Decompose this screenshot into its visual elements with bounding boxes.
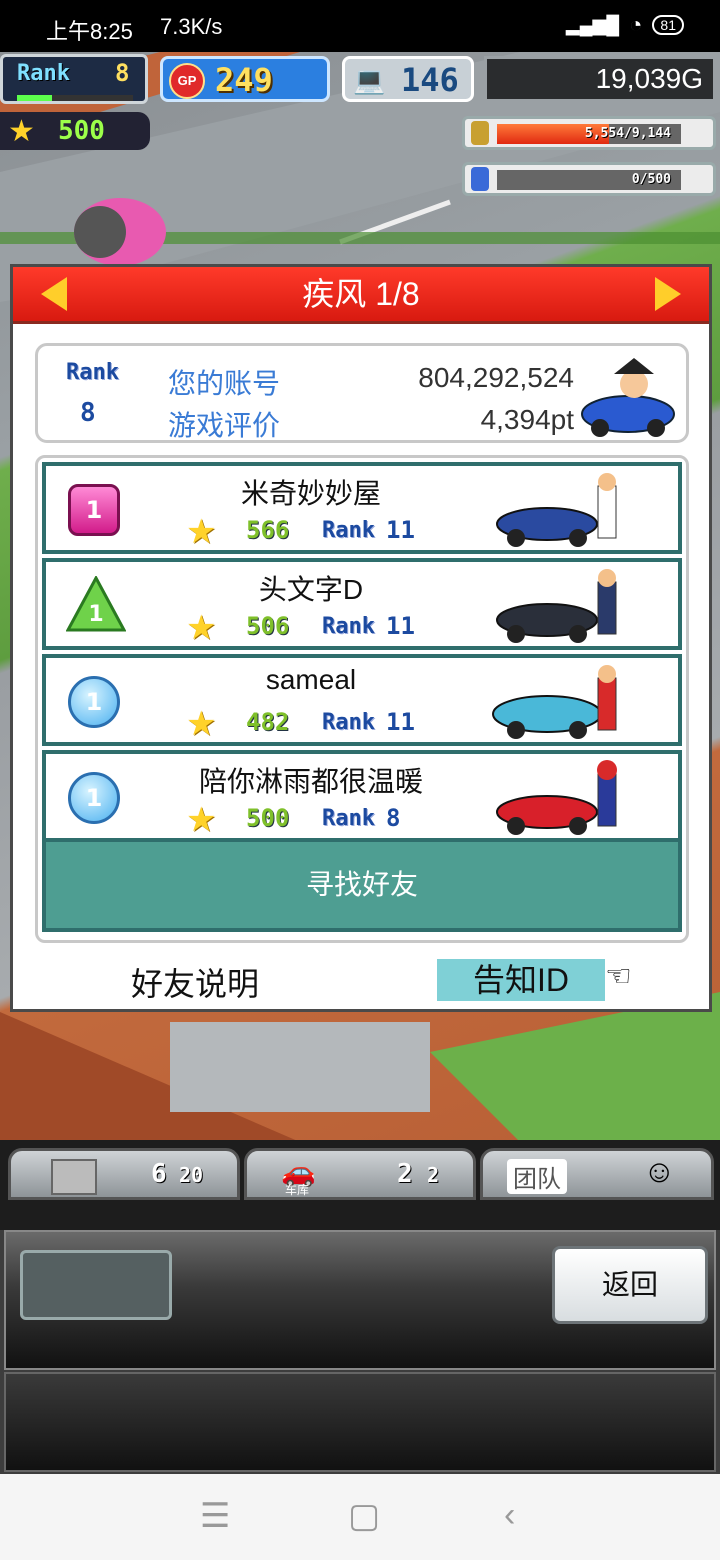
tab-garage-value: 2 xyxy=(397,1159,413,1189)
bottle-icon xyxy=(471,167,489,191)
system-nav-bar: ☰ ▢ ‹ xyxy=(0,1474,720,1560)
friend-dialog: 疾风 1/8 Rank 8 您的账号 804,292,524 游戏评价 4,39… xyxy=(10,264,712,1012)
friend-badge: 1 xyxy=(68,484,120,536)
my-rank-label: Rank xyxy=(66,360,119,385)
friend-car-avatar xyxy=(496,760,617,835)
star-counter[interactable]: ★ 500 xyxy=(0,112,150,150)
wifi-icon: ◔ xyxy=(629,12,643,37)
notify-id-button[interactable]: 告知ID xyxy=(437,959,605,1001)
star-icon: ★ xyxy=(186,513,217,551)
friend-rank-label: Rank xyxy=(322,806,375,831)
my-info-card: Rank 8 您的账号 804,292,524 游戏评价 4,394pt xyxy=(35,343,689,443)
tab-storage-value: 6 xyxy=(151,1159,167,1189)
back-icon[interactable]: ‹ xyxy=(504,1496,515,1535)
friend-rank-label: Rank xyxy=(322,710,375,735)
friend-rank: 11 xyxy=(386,612,415,640)
gp-value: 249 xyxy=(215,61,273,99)
rank-value: 8 xyxy=(115,59,130,87)
friend-car-avatar xyxy=(496,473,617,547)
friend-row[interactable]: 1 头文字D ★ 506 Rank 11 xyxy=(42,558,682,650)
friend-rank: 8 xyxy=(386,804,401,832)
tab-team-label: 团队 xyxy=(507,1159,567,1194)
friend-badge: 1 xyxy=(68,772,120,824)
tab-storage-max: 20 xyxy=(179,1163,204,1187)
item-meter[interactable]: 0/500 xyxy=(462,162,716,196)
friend-car-avatar xyxy=(496,569,617,643)
friend-rank: 11 xyxy=(386,516,415,544)
friend-stars: 482 xyxy=(246,708,290,736)
gp-coin-icon: GP xyxy=(169,63,205,99)
tab-garage-max: 2 xyxy=(427,1163,440,1187)
fuel-text: 5,554/9,144 xyxy=(584,126,671,141)
tab-garage[interactable]: 🚗 车库 2 2 xyxy=(244,1148,476,1200)
star-icon: ★ xyxy=(186,609,217,647)
rank-progress-bar xyxy=(17,95,133,101)
pc-counter[interactable]: 💻 146 xyxy=(342,56,474,102)
friend-rank: 11 xyxy=(386,708,415,736)
tab-garage-label: 车库 xyxy=(285,1183,310,1197)
friend-row[interactable]: 1 sameal ★ 482 Rank 11 xyxy=(42,654,682,746)
friend-rank-label: Rank xyxy=(322,518,375,543)
friend-row[interactable]: 1 米奇妙妙屋 ★ 566 Rank 11 xyxy=(42,462,682,554)
rank-panel[interactable]: Rank 8 xyxy=(0,54,148,104)
rank-label: Rank xyxy=(17,61,70,86)
friend-name: sameal xyxy=(265,664,357,695)
home-icon[interactable]: ▢ xyxy=(348,1496,380,1536)
pointing-hand-icon: ☜ xyxy=(605,960,632,993)
friend-stars: 500 xyxy=(246,804,290,832)
status-speed: 7.3K/s xyxy=(160,14,223,39)
friend-name: 头文字D xyxy=(258,574,364,605)
friend-name: 米奇妙妙屋 xyxy=(240,478,381,509)
my-car-avatar xyxy=(581,358,675,437)
pc-value: 146 xyxy=(401,61,459,99)
friend-explain-link[interactable]: 好友说明 xyxy=(131,959,259,1005)
friend-list: 1 米奇妙妙屋 ★ 566 Rank 11 1 头文字D ★ 506 Rank … xyxy=(35,455,689,943)
menu-icon[interactable]: ☰ xyxy=(200,1496,230,1536)
item-text: 0/500 xyxy=(631,172,671,187)
status-time: 上午8:25 xyxy=(46,19,133,44)
rating-label: 游戏评价 xyxy=(168,410,281,441)
account-value: 804,292,524 xyxy=(418,362,574,393)
battery-icon: 81 xyxy=(652,15,684,35)
status-bar: 上午8:25 7.3K/s ▂▄▆█ ◔ 81 xyxy=(0,0,720,52)
dialog-title: 疾风 1/8 xyxy=(302,276,420,312)
friend-stars: 566 xyxy=(246,516,290,544)
friend-stars: 506 xyxy=(246,612,290,640)
rating-value: 4,394pt xyxy=(480,404,574,435)
account-label: 您的账号 xyxy=(168,368,281,399)
back-button[interactable]: 返回 xyxy=(552,1246,708,1324)
crate-icon xyxy=(51,1159,97,1195)
star-icon: ★ xyxy=(186,801,217,839)
empty-slot[interactable] xyxy=(20,1250,172,1320)
money-display[interactable]: 19,039G xyxy=(484,56,716,102)
bottom-panel-lower xyxy=(4,1372,716,1472)
computer-icon: 💻 xyxy=(353,65,386,95)
fuel-meter[interactable]: 5,554/9,144 xyxy=(462,116,716,150)
tab-team[interactable]: 团队 ☺ xyxy=(480,1148,714,1200)
status-icons: ▂▄▆█ ◔ 81 xyxy=(566,12,684,38)
dialog-header: 疾风 1/8 xyxy=(13,267,709,324)
tab-storage[interactable]: 6 20 xyxy=(8,1148,240,1200)
signal-icon: ▂▄▆█ xyxy=(565,14,620,35)
friend-name: 陪你淋雨都很温暖 xyxy=(198,766,423,797)
friend-badge-text: 1 xyxy=(88,602,103,627)
character-icon: ☺ xyxy=(643,1153,676,1189)
bottom-tab-bar: 6 20 🚗 车库 2 2 团队 ☺ xyxy=(0,1140,720,1230)
find-friend-button[interactable]: 寻找好友 xyxy=(42,838,682,932)
next-arrow-icon[interactable] xyxy=(655,277,681,311)
friend-rank-label: Rank xyxy=(322,614,375,639)
friend-car-avatar xyxy=(492,665,617,739)
star-icon: ★ xyxy=(186,705,217,743)
money-stack-icon xyxy=(471,121,489,145)
gp-counter[interactable]: GP 249 xyxy=(160,56,330,102)
star-icon: ★ xyxy=(8,115,35,148)
my-rank-value: 8 xyxy=(80,398,96,428)
friend-badge: 1 xyxy=(68,676,120,728)
bottom-panel: 返回 xyxy=(4,1230,716,1370)
star-value: 500 xyxy=(58,116,105,146)
friend-row[interactable]: 1 陪你淋雨都很温暖 ★ 500 Rank 8 xyxy=(42,750,682,842)
friend-badge-triangle: 1 xyxy=(65,574,127,639)
